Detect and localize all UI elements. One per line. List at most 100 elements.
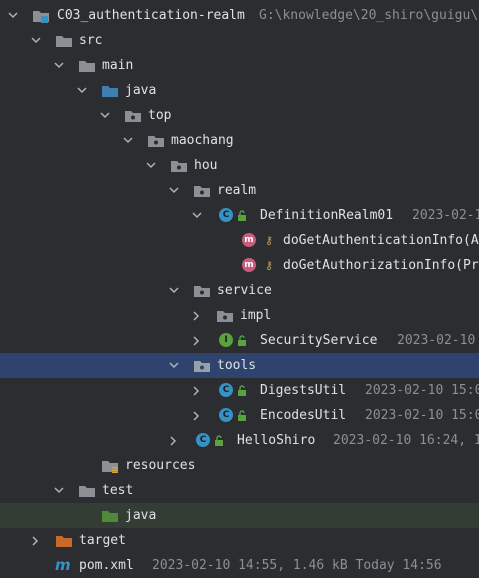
tree-row-target[interactable]: target (0, 528, 479, 553)
source-folder-icon (101, 78, 119, 103)
chevron-right-icon[interactable] (192, 303, 206, 328)
package-label: top (148, 108, 172, 123)
class-label: EncodesUtil (260, 408, 347, 423)
tree-row-test[interactable]: test (0, 478, 479, 503)
chevron-down-icon[interactable] (146, 153, 160, 178)
key-icon: ⚷ (264, 234, 274, 247)
package-icon (193, 353, 211, 378)
chevron-right-icon[interactable] (192, 403, 206, 428)
chevron-right-icon[interactable] (31, 528, 45, 553)
class-label: DefinitionRealm01 (260, 208, 394, 223)
tree-row-realm[interactable]: realm (0, 178, 479, 203)
key-icon: ⚷ (264, 259, 274, 272)
folder-label: java (125, 508, 157, 523)
method-icon: m (242, 233, 256, 247)
resources-folder-icon (101, 453, 119, 478)
folder-label: test (102, 483, 134, 498)
folder-label: target (79, 533, 126, 548)
tree-row-digests-util[interactable]: C DigestsUtil 2023-02-10 15:0 (0, 378, 479, 403)
class-icon: C (219, 383, 233, 397)
lock-icon (237, 403, 247, 428)
class-label: DigestsUtil (260, 383, 347, 398)
class-icon: C (219, 208, 233, 222)
package-icon (124, 103, 142, 128)
tree-row-hello-shiro[interactable]: C HelloShiro 2023-02-10 16:24, 1 (0, 428, 479, 453)
package-icon (193, 178, 211, 203)
tree-row-method-authorization[interactable]: m ⚷ doGetAuthorizationInfo(Pr (0, 253, 479, 278)
folder-label: src (79, 33, 103, 48)
file-meta: 2023-02-10 16:24, 1 (333, 433, 479, 448)
test-source-folder-icon (101, 503, 119, 528)
file-meta: 2023-02-10 (397, 333, 476, 348)
package-icon (193, 278, 211, 303)
lock-icon (214, 428, 224, 453)
interface-icon: I (219, 333, 233, 347)
tree-row-tools[interactable]: tools (0, 353, 479, 378)
package-icon (216, 303, 234, 328)
folder-label: main (102, 58, 134, 73)
chevron-down-icon[interactable] (123, 128, 137, 153)
tree-row-encodes-util[interactable]: C EncodesUtil 2023-02-10 15:0 (0, 403, 479, 428)
tree-row-java[interactable]: java (0, 78, 479, 103)
lock-icon (237, 328, 247, 353)
package-label: hou (194, 158, 218, 173)
folder-icon (78, 53, 96, 78)
tree-row-main[interactable]: main (0, 53, 479, 78)
tree-row-project-root[interactable]: C03_authentication-realm G:\knowledge\20… (0, 3, 479, 28)
chevron-down-icon[interactable] (77, 78, 91, 103)
file-meta: 2023-02-10 14:55, 1.46 kB Today 14:56 (152, 558, 442, 573)
class-label: HelloShiro (237, 433, 316, 448)
folder-icon (55, 28, 73, 53)
chevron-down-icon[interactable] (169, 353, 183, 378)
package-icon (147, 128, 165, 153)
module-folder-icon (32, 3, 50, 28)
package-label: tools (217, 358, 257, 373)
tree-row-maochang[interactable]: maochang (0, 128, 479, 153)
folder-label: java (125, 83, 157, 98)
tree-row-src[interactable]: src (0, 28, 479, 53)
tree-row-pom[interactable]: m pom.xml 2023-02-10 14:55, 1.46 kB Toda… (0, 553, 479, 578)
chevron-down-icon[interactable] (54, 53, 68, 78)
file-label: pom.xml (79, 558, 134, 573)
tree-row-service[interactable]: service (0, 278, 479, 303)
chevron-down-icon[interactable] (192, 203, 206, 228)
project-path: G:\knowledge\20_shiro\guigu\ (259, 8, 479, 23)
excluded-folder-icon (55, 528, 73, 553)
class-icon: C (219, 408, 233, 422)
tree-row-hou[interactable]: hou (0, 153, 479, 178)
lock-icon (237, 378, 247, 403)
project-name: C03_authentication-realm (57, 8, 245, 23)
chevron-down-icon[interactable] (8, 3, 22, 28)
chevron-right-icon[interactable] (169, 428, 183, 453)
chevron-down-icon[interactable] (169, 178, 183, 203)
chevron-down-icon[interactable] (169, 278, 183, 303)
method-icon: m (242, 258, 256, 272)
project-tree: C03_authentication-realm G:\knowledge\20… (0, 3, 479, 578)
tree-row-test-java[interactable]: java (0, 503, 479, 528)
runnable-class-icon: C (196, 433, 210, 447)
tree-row-definition-realm[interactable]: C DefinitionRealm01 2023-02-1 (0, 203, 479, 228)
folder-label: resources (125, 458, 196, 473)
interface-label: SecurityService (260, 333, 378, 348)
chevron-right-icon[interactable] (192, 378, 206, 403)
folder-icon (78, 478, 96, 503)
chevron-down-icon[interactable] (100, 103, 114, 128)
tree-row-resources[interactable]: resources (0, 453, 479, 478)
chevron-right-icon[interactable] (192, 328, 206, 353)
chevron-down-icon[interactable] (31, 28, 45, 53)
method-label: doGetAuthorizationInfo(Pr (283, 258, 479, 273)
tree-row-top[interactable]: top (0, 103, 479, 128)
file-meta: 2023-02-10 15:0 (365, 408, 479, 423)
package-label: realm (217, 183, 257, 198)
maven-icon: m (55, 556, 71, 574)
package-label: service (217, 283, 272, 298)
package-icon (170, 153, 188, 178)
tree-row-method-authentication[interactable]: m ⚷ doGetAuthenticationInfo(A (0, 228, 479, 253)
file-meta: 2023-02-1 (412, 208, 479, 223)
lock-icon (237, 203, 247, 228)
file-meta: 2023-02-10 15:0 (365, 383, 479, 398)
package-label: maochang (171, 133, 234, 148)
chevron-down-icon[interactable] (54, 478, 68, 503)
tree-row-security-service[interactable]: I SecurityService 2023-02-10 (0, 328, 479, 353)
tree-row-impl[interactable]: impl (0, 303, 479, 328)
